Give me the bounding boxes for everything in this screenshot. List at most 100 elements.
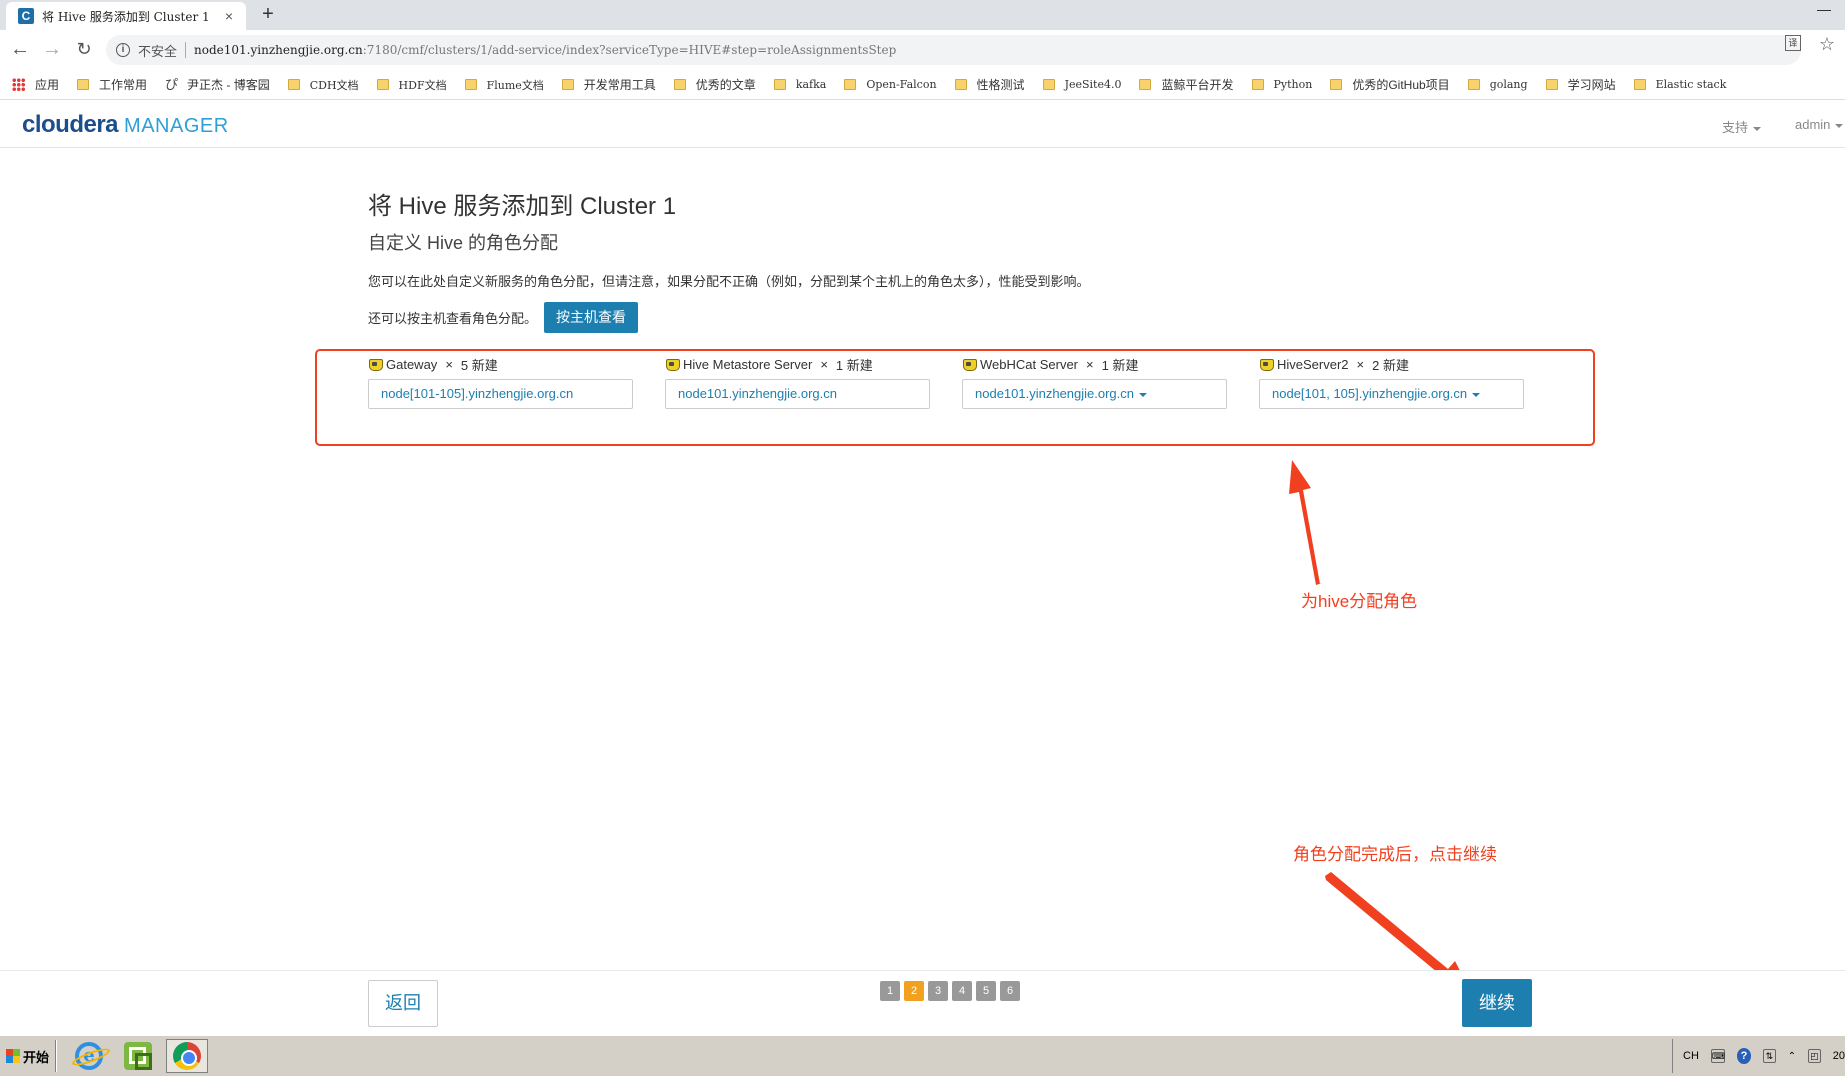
role-count: 2 新建: [1372, 355, 1409, 374]
folder-icon: [1634, 79, 1646, 90]
role-host-selector[interactable]: node101.yinzhengjie.org.cn: [962, 379, 1227, 409]
bookmark-folder[interactable]: golang: [1468, 78, 1528, 91]
role-header: HiveServer2 × 2 新建: [1259, 355, 1524, 373]
role-host-selector[interactable]: node[101-105].yinzhengjie.org.cn: [368, 379, 633, 409]
step-2-active[interactable]: 2: [904, 981, 924, 1001]
bookmark-folder[interactable]: CDH文档: [288, 77, 359, 93]
bookmark-label: Open-Falcon: [866, 78, 936, 91]
bookmark-star-icon[interactable]: ☆: [1819, 35, 1835, 53]
url-host: node101.yinzhengjie.org.cn: [194, 43, 363, 57]
forward-arrow-icon[interactable]: →: [40, 38, 64, 62]
role-host-selector[interactable]: node101.yinzhengjie.org.cn: [665, 379, 930, 409]
role-name: Gateway: [386, 357, 437, 372]
role-badge-icon: [665, 357, 680, 371]
bookmark-blog[interactable]: ぴ尹正杰 - 博客园: [165, 76, 270, 93]
bookmark-folder[interactable]: 性格测试: [955, 76, 1025, 93]
info-icon[interactable]: i: [116, 43, 130, 57]
bookmark-folder[interactable]: Open-Falcon: [844, 78, 936, 91]
cloudera-manager-logo[interactable]: cloudera MANAGER: [22, 111, 229, 139]
step-5[interactable]: 5: [976, 981, 996, 1001]
window-minimize-icon[interactable]: [1813, 4, 1835, 16]
role-host-selector[interactable]: node[101, 105].yinzhengjie.org.cn: [1259, 379, 1524, 409]
bookmark-folder[interactable]: Elastic stack: [1634, 78, 1727, 91]
role-header: Gateway × 5 新建: [368, 355, 633, 373]
security-label[interactable]: 不安全: [138, 41, 177, 60]
step-3[interactable]: 3: [928, 981, 948, 1001]
step-1[interactable]: 1: [880, 981, 900, 1001]
step-6[interactable]: 6: [1000, 981, 1020, 1001]
taskbar-ie[interactable]: e: [68, 1039, 110, 1073]
bookmark-folder[interactable]: 优秀的GitHub项目: [1330, 76, 1449, 93]
bookmark-folder[interactable]: kafka: [774, 78, 827, 91]
role-count: 1 新建: [836, 355, 873, 374]
bookmark-label: 蓝鲸平台开发: [1161, 76, 1233, 93]
role-hive-metastore-server: Hive Metastore Server × 1 新建 node101.yin…: [665, 355, 930, 409]
bookmark-label: kafka: [796, 78, 827, 91]
keyboard-icon[interactable]: ⌨: [1711, 1049, 1725, 1063]
tab-title: 将 Hive 服务添加到 Cluster 1: [42, 8, 220, 25]
language-indicator[interactable]: CH: [1683, 1050, 1699, 1062]
bookmark-folder[interactable]: 工作常用: [77, 76, 147, 93]
clock[interactable]: 20: [1833, 1050, 1845, 1062]
continue-button[interactable]: 继续: [1462, 979, 1532, 1027]
logo-brand: cloudera: [22, 111, 118, 139]
start-label: 开始: [23, 1047, 49, 1066]
vsphere-client-icon: [124, 1042, 152, 1070]
role-multiply: ×: [445, 357, 453, 372]
help-icon[interactable]: ?: [1737, 1048, 1751, 1064]
bookmark-label: CDH文档: [310, 77, 359, 93]
folder-icon: [955, 79, 967, 90]
url-text[interactable]: node101.yinzhengjie.org.cn:7180/cmf/clus…: [194, 43, 896, 57]
taskbar-chrome[interactable]: [166, 1039, 208, 1073]
volume-icon[interactable]: ◰: [1808, 1049, 1821, 1063]
bookmark-folder[interactable]: HDF文档: [377, 77, 447, 93]
support-menu[interactable]: 支持: [1722, 117, 1761, 136]
step-4[interactable]: 4: [952, 981, 972, 1001]
back-arrow-icon[interactable]: ←: [8, 38, 32, 62]
folder-icon: [77, 79, 89, 90]
page-subtitle: 自定义 Hive 的角色分配: [368, 229, 558, 255]
system-tray: CH ⌨ ? ⇅ ⌃ ◰ 20: [1672, 1039, 1845, 1073]
bookmark-folder[interactable]: 优秀的文章: [674, 76, 756, 93]
tray-expand-icon[interactable]: ⌃: [1788, 1051, 1796, 1062]
folder-icon: [774, 79, 786, 90]
network-icon[interactable]: ⇅: [1763, 1049, 1776, 1063]
role-multiply: ×: [820, 357, 828, 372]
bookmark-label: 优秀的GitHub项目: [1352, 76, 1449, 93]
tab-close-icon[interactable]: ×: [220, 8, 238, 24]
bookmark-folder[interactable]: 开发常用工具: [562, 76, 656, 93]
bookmark-folder[interactable]: Python: [1252, 78, 1313, 91]
bookmark-folder[interactable]: 蓝鲸平台开发: [1139, 76, 1233, 93]
bookmark-label: 工作常用: [99, 76, 147, 93]
bookmark-folder[interactable]: JeeSite4.0: [1043, 78, 1122, 91]
bookmark-label: 应用: [35, 76, 59, 93]
browser-tab[interactable]: C 将 Hive 服务添加到 Cluster 1 ×: [6, 2, 246, 30]
new-tab-button[interactable]: +: [256, 3, 280, 27]
taskbar-vsphere[interactable]: [117, 1039, 159, 1073]
back-button[interactable]: 返回: [368, 980, 438, 1027]
bookmark-folder[interactable]: 学习网站: [1546, 76, 1616, 93]
address-bar[interactable]: i 不安全 node101.yinzhengjie.org.cn:7180/cm…: [106, 35, 1801, 65]
bookmark-folder[interactable]: Flume文档: [465, 77, 544, 93]
role-hosts: node101.yinzhengjie.org.cn: [975, 386, 1134, 401]
bookmark-label: 优秀的文章: [696, 76, 756, 93]
bookmark-label: golang: [1490, 78, 1528, 91]
browser-tab-strip: C 将 Hive 服务添加到 Cluster 1 × +: [0, 0, 1845, 30]
translate-icon[interactable]: 译: [1785, 35, 1801, 51]
folder-icon: [288, 79, 300, 90]
start-button[interactable]: 开始: [2, 1042, 53, 1070]
bookmarks-bar: 应用 工作常用 ぴ尹正杰 - 博客园 CDH文档 HDF文档 Flume文档 开…: [0, 70, 1845, 100]
bookmark-label: Flume文档: [487, 77, 544, 93]
blog-icon: ぴ: [165, 78, 179, 92]
reload-icon[interactable]: ↻: [72, 38, 96, 62]
user-menu[interactable]: admin: [1795, 117, 1843, 132]
bookmark-label: 性格测试: [977, 76, 1025, 93]
role-hosts: node[101-105].yinzhengjie.org.cn: [381, 386, 573, 401]
chevron-down-icon: [1753, 127, 1761, 131]
chrome-icon: [173, 1042, 201, 1070]
bookmark-apps[interactable]: 应用: [12, 76, 59, 93]
folder-icon: [844, 79, 856, 90]
role-count: 5 新建: [461, 355, 498, 374]
role-hosts: node101.yinzhengjie.org.cn: [678, 386, 837, 401]
view-by-host-button[interactable]: 按主机查看: [544, 302, 638, 333]
